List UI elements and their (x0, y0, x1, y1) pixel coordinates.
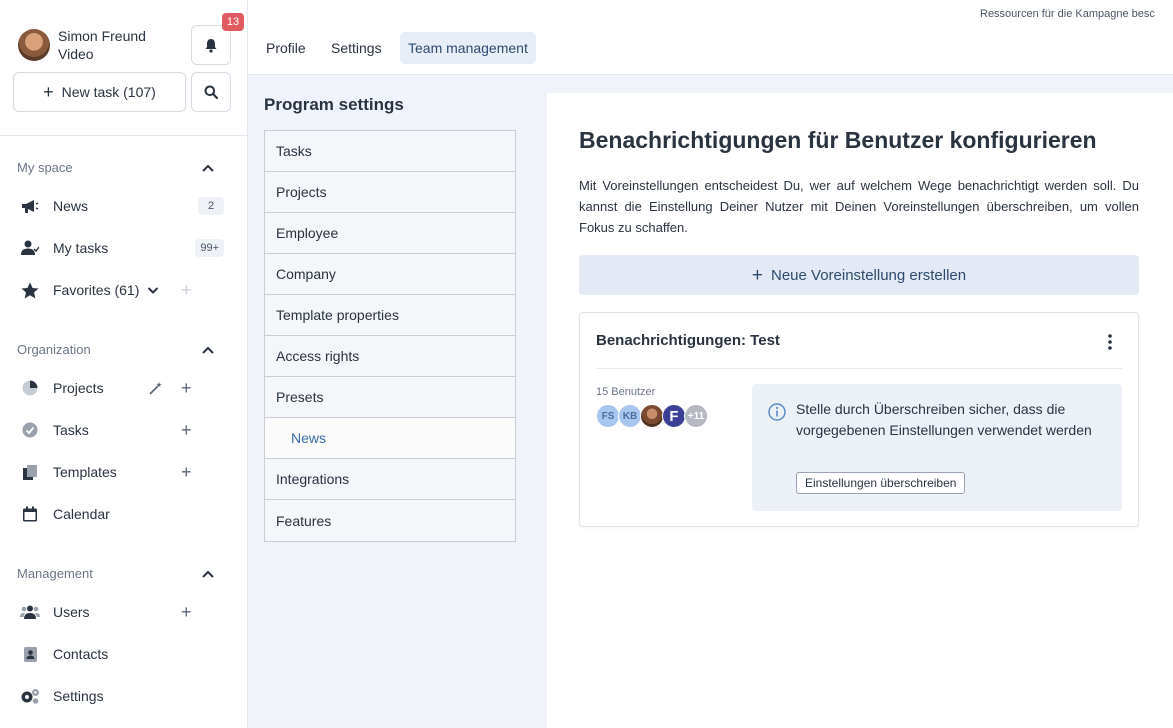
megaphone-icon (20, 196, 40, 216)
sidebar-item-label: Tasks (53, 422, 89, 438)
chevron-up-icon[interactable] (201, 161, 215, 175)
preset-card: Benachrichtigungen: Test 15 Benutzer FS … (579, 312, 1139, 527)
sidebar-item-contacts[interactable]: Contacts (20, 642, 230, 666)
sidebar-item-templates[interactable]: Templates (20, 460, 230, 484)
avatar-group[interactable]: FS KB F +11 (596, 404, 708, 428)
info-text: Stelle durch Überschreiben sicher, dass … (796, 401, 1092, 438)
sidebar-item-label: Favorites (61) (53, 282, 140, 298)
top-bar: Ressourcen für die Kampagne besc Profile… (248, 0, 1173, 75)
card-divider (596, 368, 1122, 369)
notification-count-badge: 13 (222, 13, 244, 31)
notifications-button[interactable] (191, 25, 231, 65)
more-vertical-icon[interactable] (1102, 333, 1118, 351)
new-task-button[interactable]: + New task (107) (13, 72, 186, 112)
avatar: F (662, 404, 686, 428)
add-task-button[interactable]: + (181, 421, 192, 439)
menu-item-template-properties[interactable]: Template properties (265, 295, 515, 336)
sidebar-item-label: Calendar (53, 506, 110, 522)
sidebar-item-my-tasks[interactable]: My tasks 99+ (20, 236, 230, 260)
section-title-organization: Organization (17, 342, 91, 357)
sidebar-item-label: News (53, 198, 89, 214)
new-preset-label: Neue Voreinstellung erstellen (770, 266, 967, 284)
sidebar-item-label: Contacts (53, 646, 109, 662)
menu-item-company[interactable]: Company (265, 254, 515, 295)
tab-profile[interactable]: Profile (258, 32, 314, 64)
users-count: 15 Benutzer (596, 386, 656, 398)
menu-item-presets-news[interactable]: News (265, 418, 515, 459)
tab-team-management[interactable]: Team management (400, 32, 536, 64)
menu-item-integrations[interactable]: Integrations (265, 459, 515, 500)
add-user-button[interactable]: + (181, 603, 192, 621)
page-description: Mit Voreinstellungen entscheidest Du, we… (579, 178, 1139, 235)
check-circle-icon (20, 420, 40, 440)
preset-card-title: Benachrichtigungen: Test (596, 332, 780, 349)
breadcrumb[interactable]: Ressourcen für die Kampagne besc (980, 8, 1173, 20)
my-tasks-count-badge: 99+ (195, 239, 224, 257)
contact-card-icon (20, 644, 40, 664)
menu-item-tasks[interactable]: Tasks (265, 131, 515, 172)
sidebar-item-label: Projects (53, 380, 104, 396)
sidebar-item-label: Templates (53, 464, 117, 480)
sidebar-item-favorites[interactable]: Favorites (61) (20, 278, 230, 302)
star-icon (20, 280, 40, 300)
page-title: Benachrichtigungen für Benutzer konfigur… (579, 127, 1097, 153)
program-settings-title: Program settings (264, 95, 404, 114)
sidebar-item-news[interactable]: News 2 (20, 194, 230, 218)
gears-icon (20, 686, 40, 706)
sidebar-item-calendar[interactable]: Calendar (20, 502, 230, 526)
main-area: Program settings Tasks Projects Employee… (248, 75, 1173, 728)
menu-item-features[interactable]: Features (265, 500, 515, 541)
sidebar-item-label: Users (53, 604, 90, 620)
search-icon (204, 85, 218, 99)
avatar: FS (596, 404, 620, 428)
sidebar: Simon Freund Video 13 + New task (107) M… (0, 0, 248, 728)
sidebar-item-settings[interactable]: Settings (20, 684, 230, 708)
user-role: Video (58, 46, 94, 62)
avatar-overflow-count: +11 (684, 404, 708, 428)
sidebar-item-tasks[interactable]: Tasks (20, 418, 230, 442)
sidebar-item-label: Settings (53, 688, 104, 704)
sidebar-item-projects[interactable]: Projects (20, 376, 230, 400)
menu-item-presets[interactable]: Presets (265, 377, 515, 418)
users-icon (20, 602, 40, 622)
sidebar-item-label: My tasks (53, 240, 109, 256)
magic-wand-icon[interactable] (149, 381, 163, 395)
add-project-button[interactable]: + (181, 379, 192, 397)
plus-icon: + (43, 82, 54, 102)
menu-item-access-rights[interactable]: Access rights (265, 336, 515, 377)
add-template-button[interactable]: + (181, 463, 192, 481)
copy-icon (20, 462, 40, 482)
menu-item-employee[interactable]: Employee (265, 213, 515, 254)
search-button[interactable] (191, 72, 231, 112)
plus-icon: + (751, 264, 763, 286)
tab-settings[interactable]: Settings (323, 32, 390, 64)
chevron-up-icon[interactable] (201, 567, 215, 581)
section-title-management: Management (17, 566, 93, 581)
avatar (640, 404, 664, 428)
new-task-label: New task (107) (61, 84, 156, 100)
user-avatar (18, 29, 50, 61)
info-icon (768, 403, 786, 421)
add-favorite-button[interactable]: + (181, 281, 192, 299)
bell-icon (205, 38, 217, 53)
new-preset-button[interactable]: + Neue Voreinstellung erstellen (579, 255, 1139, 295)
section-title-my-space: My space (17, 160, 73, 175)
avatar: KB (618, 404, 642, 428)
user-check-icon (20, 238, 40, 258)
chevron-up-icon[interactable] (201, 343, 215, 357)
user-profile[interactable]: Simon Freund Video (18, 27, 146, 63)
user-name: Simon Freund (58, 28, 146, 44)
pie-chart-icon (20, 378, 40, 398)
info-box: Stelle durch Überschreiben sicher, dass … (752, 384, 1122, 511)
news-count-badge: 2 (198, 197, 224, 215)
chevron-down-icon[interactable] (147, 284, 159, 296)
content-panel: Benachrichtigungen für Benutzer konfigur… (547, 93, 1173, 728)
menu-item-projects[interactable]: Projects (265, 172, 515, 213)
calendar-icon (20, 504, 40, 524)
program-settings-menu: Tasks Projects Employee Company Template… (264, 130, 516, 542)
sidebar-divider (0, 135, 247, 136)
sidebar-item-users[interactable]: Users (20, 600, 230, 624)
override-settings-button[interactable]: Einstellungen überschreiben (796, 472, 966, 494)
